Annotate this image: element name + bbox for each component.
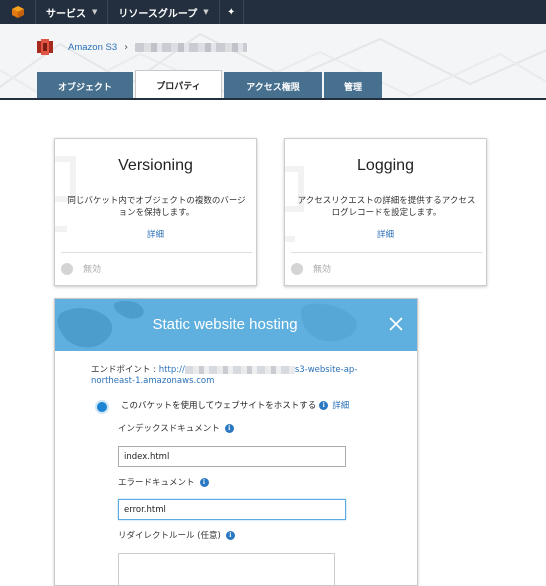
info-icon[interactable]: i [224, 423, 234, 433]
host-website-detail-link[interactable]: 詳細 [332, 399, 349, 411]
pin-glyph: ✦ [226, 6, 236, 18]
breadcrumb: Amazon S3 › [36, 38, 248, 56]
services-menu[interactable]: サービス ▼ [36, 0, 109, 24]
logging-detail-link[interactable]: 詳細 [285, 228, 486, 240]
error-document-input[interactable] [118, 499, 346, 520]
top-navigation-bar: サービス ▼ リソースグループ ▼ ✦ [0, 0, 546, 24]
panel-title: Static website hosting [152, 316, 298, 333]
redirect-rules-textarea[interactable] [118, 553, 335, 585]
redirect-rules-label: リダイレクトルール (任意) [118, 531, 221, 541]
close-icon[interactable] [388, 316, 404, 332]
divider [291, 252, 482, 253]
logging-card[interactable]: Logging アクセスリクエストの詳細を提供するアクセスログレコードを設定しま… [284, 138, 487, 286]
resource-groups-label: リソースグループ [118, 8, 198, 20]
tab-permissions[interactable]: アクセス権限 [224, 72, 322, 98]
info-icon[interactable]: i [199, 477, 209, 487]
host-website-label: このバケットを使用してウェブサイトをホストする [121, 401, 317, 411]
chevron-down-icon: ▼ [92, 8, 98, 16]
endpoint-bucket-redacted [184, 365, 295, 374]
logging-description: アクセスリクエストの詳細を提供するアクセスログレコードを設定します。 [297, 196, 476, 218]
logging-status-label: 無効 [313, 265, 332, 275]
breadcrumb-separator: › [124, 41, 129, 53]
divider [61, 252, 252, 253]
versioning-title: Versioning [118, 157, 193, 174]
versioning-status-label: 無効 [83, 265, 102, 275]
logging-status: 無効 [291, 262, 331, 275]
services-label: サービス [46, 8, 86, 20]
host-website-radio[interactable] [95, 400, 109, 414]
versioning-status: 無効 [61, 262, 101, 275]
index-document-input[interactable] [118, 446, 346, 467]
pin-icon[interactable]: ✦ [220, 0, 244, 24]
index-document-label-row: インデックスドキュメント i [118, 422, 234, 434]
endpoint-text: エンドポイント : http://s3-website-ap-northeast… [91, 365, 391, 387]
breadcrumb-amazon-s3-link[interactable]: Amazon S3 [68, 42, 117, 53]
s3-bucket-icon [37, 39, 53, 55]
versioning-card[interactable]: Versioning 同じバケット内でオブジェクトの複数のバージョンを保持します… [54, 138, 257, 286]
status-dot-icon [291, 262, 303, 275]
panel-header: Static website hosting [55, 299, 417, 351]
tab-objects[interactable]: オブジェクト [37, 72, 133, 98]
status-dot-icon [61, 262, 73, 275]
aws-logo-icon[interactable] [0, 0, 36, 24]
error-document-label-row: エラードキュメント i [118, 476, 209, 488]
versioning-detail-link[interactable]: 詳細 [55, 228, 256, 240]
redirect-rules-label-row: リダイレクトルール (任意) i [118, 529, 235, 541]
endpoint-label: エンドポイント : [91, 365, 159, 375]
error-document-label: エラードキュメント [118, 478, 195, 488]
info-icon[interactable]: i [225, 530, 235, 540]
breadcrumb-bucket-name-redacted [135, 42, 248, 52]
info-icon[interactable]: i [319, 400, 329, 410]
static-website-hosting-panel: Static website hosting エンドポイント : http://… [54, 298, 418, 586]
tab-bar: オブジェクト プロパティ アクセス権限 管理 [37, 70, 384, 98]
versioning-description: 同じバケット内でオブジェクトの複数のバージョンを保持します。 [67, 196, 246, 218]
chevron-down-icon: ▼ [203, 8, 209, 16]
endpoint-url-prefix[interactable]: http:// [159, 365, 185, 375]
tab-properties[interactable]: プロパティ [135, 70, 222, 98]
index-document-label: インデックスドキュメント [118, 424, 220, 434]
tab-management[interactable]: 管理 [324, 72, 382, 98]
host-website-option: このバケットを使用してウェブサイトをホストする i 詳細 [121, 399, 349, 411]
page-header: Amazon S3 › オブジェクト プロパティ アクセス権限 管理 [0, 24, 546, 100]
logging-title: Logging [357, 157, 414, 174]
resource-groups-menu[interactable]: リソースグループ ▼ [108, 0, 220, 24]
